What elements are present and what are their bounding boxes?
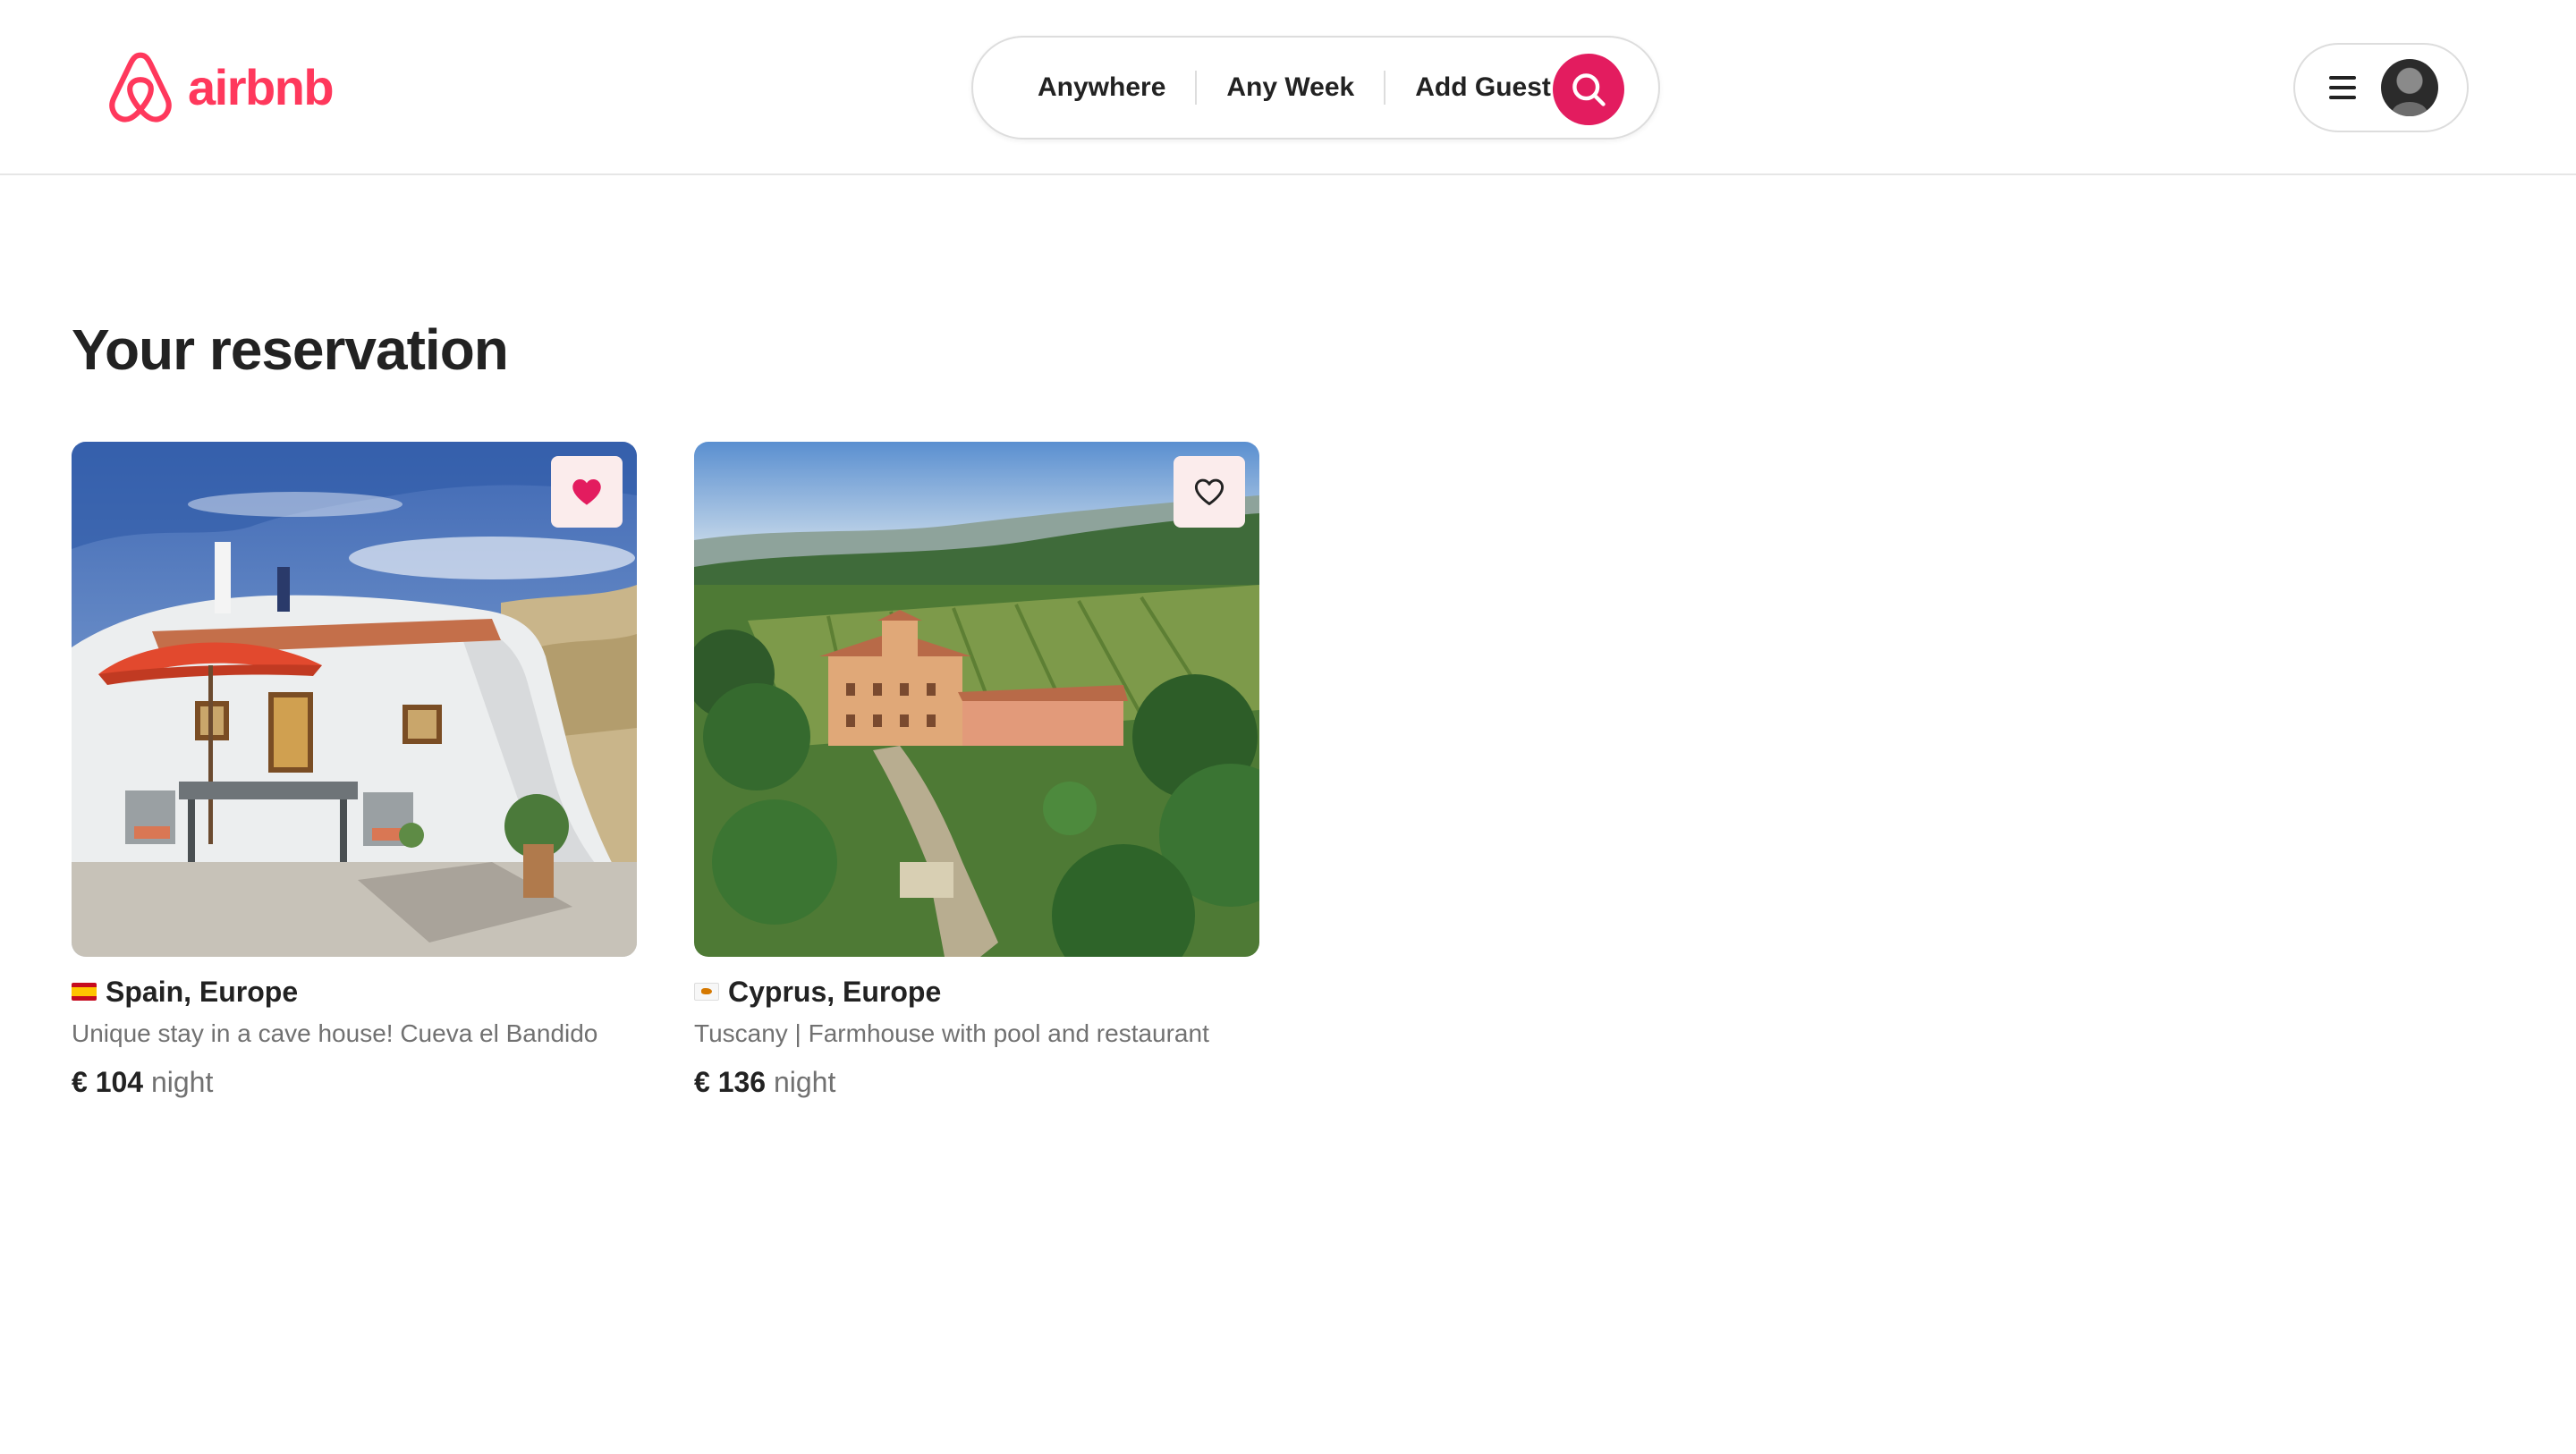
listing-photo[interactable] bbox=[694, 442, 1259, 957]
listing-description: Unique stay in a cave house! Cueva el Ba… bbox=[72, 1019, 598, 1048]
airbnb-logo[interactable]: airbnb bbox=[106, 50, 335, 125]
search-add-guest-button[interactable]: Add Guest bbox=[1385, 74, 1580, 101]
listing-card[interactable]: Spain, Europe Unique stay in a cave hous… bbox=[72, 442, 637, 1099]
airbnb-logo-icon bbox=[109, 52, 172, 123]
price-amount: € 104 bbox=[72, 1065, 144, 1098]
search-anywhere-button[interactable]: Anywhere bbox=[973, 74, 1195, 101]
listing-photo[interactable] bbox=[72, 442, 637, 957]
listing-price: € 104 night bbox=[72, 1065, 637, 1099]
logo-wordmark: airbnb bbox=[188, 59, 335, 115]
price-unit: night bbox=[773, 1065, 836, 1098]
search-button[interactable] bbox=[1553, 54, 1624, 125]
price-amount: € 136 bbox=[694, 1065, 767, 1098]
listing-card[interactable]: Cyprus, Europe Tuscany | Farmhouse with … bbox=[694, 442, 1259, 1099]
heart-outline-icon bbox=[1194, 478, 1224, 505]
search-icon bbox=[1572, 73, 1606, 106]
favorite-button[interactable] bbox=[551, 456, 623, 528]
hamburger-menu-icon bbox=[2329, 76, 2356, 99]
favorite-button[interactable] bbox=[1174, 456, 1245, 528]
listing-location: Spain, Europe bbox=[72, 975, 637, 1009]
page-title: Your reservation bbox=[72, 317, 509, 382]
listing-location: Cyprus, Europe bbox=[694, 975, 1259, 1009]
search-bar[interactable]: Anywhere Any Week Add Guest bbox=[971, 36, 1660, 139]
user-menu-button[interactable] bbox=[2293, 43, 2469, 132]
listing-location-text: Spain, Europe bbox=[106, 976, 299, 1008]
search-any-week-button[interactable]: Any Week bbox=[1197, 74, 1384, 101]
heart-filled-icon bbox=[572, 478, 601, 505]
listing-location-text: Cyprus, Europe bbox=[728, 976, 942, 1008]
top-navigation-bar: airbnb Anywhere Any Week Add Guest bbox=[0, 0, 2576, 175]
price-unit: night bbox=[150, 1065, 214, 1098]
listing-price: € 136 night bbox=[694, 1065, 1259, 1099]
listing-description: Tuscany | Farmhouse with pool and restau… bbox=[694, 1019, 1209, 1048]
user-avatar bbox=[2381, 59, 2438, 116]
spain-flag-icon bbox=[72, 983, 97, 1002]
cyprus-flag-icon bbox=[694, 983, 719, 1002]
